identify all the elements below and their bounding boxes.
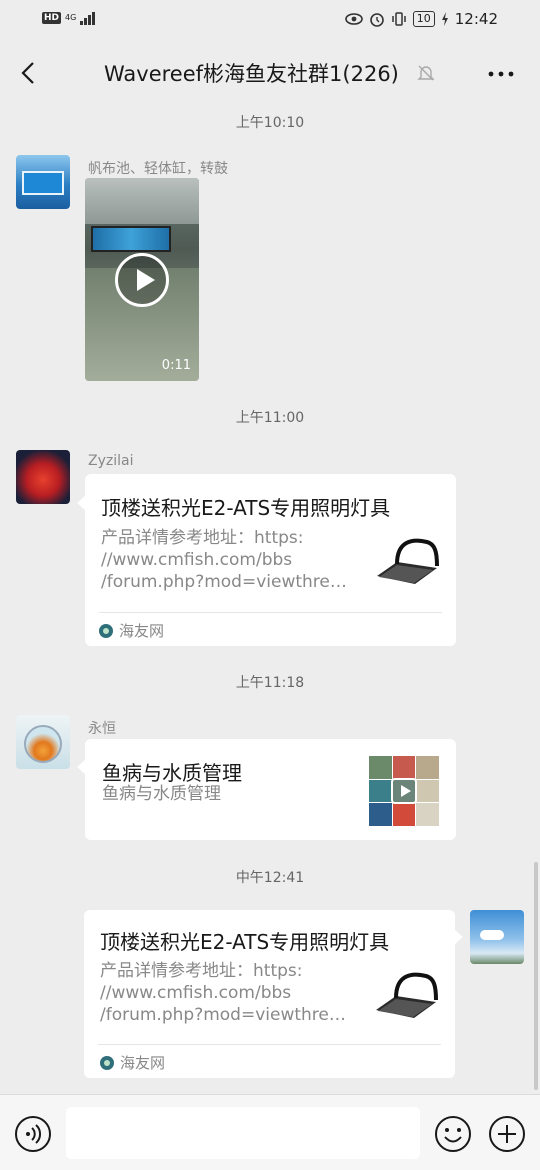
app-description: 鱼病与水质管理	[102, 784, 221, 804]
app-thumbnail	[369, 756, 439, 826]
chat-header: Wavereef彬海鱼友社群1(226)	[0, 40, 540, 106]
avatar[interactable]	[470, 910, 524, 964]
sender-name: Zyzilai	[88, 453, 134, 469]
sender-name: 帆布池、轻体缸，转鼓	[88, 161, 228, 177]
back-icon[interactable]	[14, 58, 44, 88]
link-card[interactable]: 顶楼送积光E2-ATS专用照明灯具 产品详情参考地址：https: //www.…	[84, 910, 455, 1078]
lamp-thumbnail	[369, 524, 441, 596]
video-duration: 0:11	[161, 358, 191, 373]
vibrate-icon	[392, 12, 406, 26]
signal-icon	[80, 11, 96, 25]
app-card[interactable]: 鱼病与水质管理 鱼病与水质管理	[85, 739, 456, 840]
hd-badge: HD	[42, 12, 62, 24]
link-title: 顶楼送积光E2-ATS专用照明灯具	[101, 496, 391, 520]
play-icon[interactable]	[115, 253, 169, 307]
source-icon	[99, 623, 113, 638]
lamp-thumbnail	[368, 958, 440, 1030]
status-left: HD 4G	[42, 11, 96, 25]
video-thumbnail	[91, 226, 171, 252]
time-divider: 上午11:18	[235, 675, 305, 691]
link-source: 海友网	[100, 1052, 165, 1073]
alarm-icon	[369, 13, 384, 27]
message-input[interactable]	[66, 1107, 420, 1159]
source-icon	[100, 1055, 114, 1070]
link-source: 海友网	[99, 620, 164, 641]
sender-name: 永恒	[88, 721, 116, 737]
scrollbar[interactable]	[534, 862, 538, 1090]
link-description: 产品详情参考地址：https: //www.cmfish.com/bbs /fo…	[100, 961, 350, 1025]
input-bar	[0, 1094, 540, 1170]
play-icon	[391, 778, 417, 804]
app-title: 鱼病与水质管理	[102, 761, 242, 785]
status-right: 10 12:42	[344, 10, 498, 28]
emoji-icon[interactable]	[434, 1115, 472, 1153]
status-time: 12:42	[454, 10, 498, 28]
status-bar: HD 4G 10 12:42	[0, 0, 540, 40]
charging-icon	[441, 12, 448, 26]
link-card[interactable]: 顶楼送积光E2-ATS专用照明灯具 产品详情参考地址：https: //www.…	[85, 474, 456, 646]
battery-icon: 10	[412, 11, 435, 27]
video-message[interactable]: 0:11	[85, 178, 199, 381]
chat-title: Wavereef彬海鱼友社群1(226)	[104, 62, 399, 86]
time-divider: 上午10:10	[235, 115, 305, 131]
voice-icon[interactable]	[14, 1115, 52, 1153]
avatar[interactable]	[16, 450, 70, 504]
link-description: 产品详情参考地址：https: //www.cmfish.com/bbs /fo…	[101, 528, 351, 592]
link-title: 顶楼送积光E2-ATS专用照明灯具	[100, 930, 390, 954]
avatar[interactable]	[16, 715, 70, 769]
time-divider: 中午12:41	[235, 870, 305, 886]
more-icon[interactable]	[486, 64, 516, 84]
plus-icon[interactable]	[488, 1115, 526, 1153]
time-divider: 上午11:00	[235, 410, 305, 426]
eye-icon	[344, 13, 363, 25]
network-type: 4G	[65, 13, 77, 22]
avatar[interactable]	[16, 155, 70, 209]
mute-icon	[417, 65, 435, 81]
